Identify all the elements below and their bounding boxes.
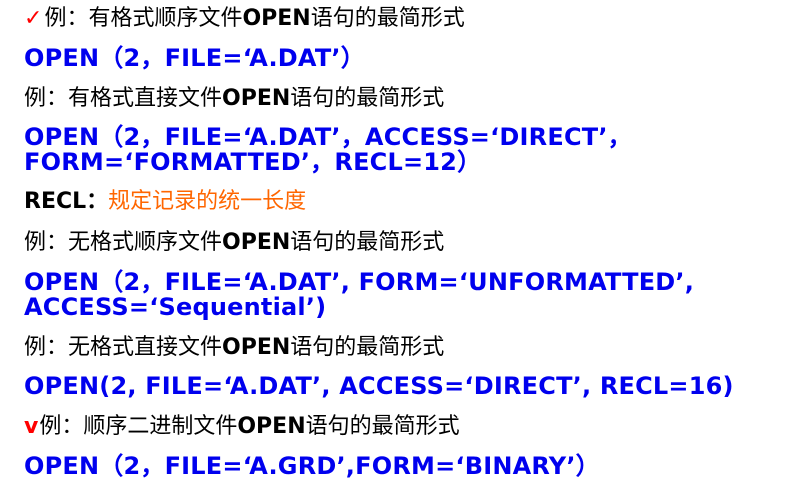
code-formatted-direct-line-2: FORM=‘FORMATTED’，RECL=12） — [24, 148, 482, 176]
heading-suffix: 语句的最简形式 — [310, 6, 465, 31]
heading-keyword: OPEN — [222, 335, 291, 360]
code-unformatted-direct: OPEN(2, FILE=‘A.DAT’, ACCESS=‘DIRECT’, R… — [24, 372, 734, 400]
heading-keyword: OPEN — [242, 6, 311, 31]
heading-suffix: 语句的最简形式 — [305, 414, 460, 439]
recl-note: RECL：规定记录的统一长度 — [24, 191, 306, 213]
heading-suffix: 语句的最简形式 — [290, 86, 445, 111]
heading-unformatted-direct: 例：无格式直接文件OPEN语句的最简形式 — [24, 337, 444, 359]
heading-prefix: 例：有格式直接文件 — [24, 86, 223, 111]
heading-prefix: 例：无格式直接文件 — [24, 335, 223, 360]
heading-unformatted-sequential: 例：无格式顺序文件OPEN语句的最简形式 — [24, 232, 444, 254]
recl-term: RECL： — [24, 189, 109, 214]
recl-description: 规定记录的统一长度 — [108, 189, 307, 214]
code-formatted-sequential: OPEN（2，FILE=‘A.DAT’） — [24, 44, 365, 72]
heading-prefix: 例：顺序二进制文件 — [39, 414, 238, 439]
code-unformatted-sequential-line-1: OPEN（2，FILE=‘A.DAT’, FORM=‘UNFORMATTED’, — [24, 268, 695, 296]
code-unformatted-sequential-line-2: ACCESS=‘Sequential’) — [24, 293, 327, 321]
heading-prefix: 例：有格式顺序文件 — [44, 6, 243, 31]
code-formatted-direct-line-1: OPEN（2，FILE=‘A.DAT’，ACCESS=‘DIRECT’， — [24, 123, 632, 151]
heading-keyword: OPEN — [222, 230, 291, 255]
heading-keyword: OPEN — [237, 414, 306, 439]
heading-formatted-sequential: ✓例：有格式顺序文件OPEN语句的最简形式 — [24, 8, 465, 30]
v-mark-icon: v — [24, 414, 39, 439]
heading-binary-sequential: v例：顺序二进制文件OPEN语句的最简形式 — [24, 416, 460, 438]
heading-suffix: 语句的最简形式 — [290, 335, 445, 360]
heading-formatted-direct: 例：有格式直接文件OPEN语句的最简形式 — [24, 88, 444, 110]
check-mark-icon: ✓ — [24, 6, 43, 31]
heading-prefix: 例：无格式顺序文件 — [24, 230, 223, 255]
heading-keyword: OPEN — [222, 86, 291, 111]
heading-suffix: 语句的最简形式 — [290, 230, 445, 255]
code-binary-sequential: OPEN（2，FILE=‘A.GRD’,FORM=‘BINARY’） — [24, 452, 600, 480]
